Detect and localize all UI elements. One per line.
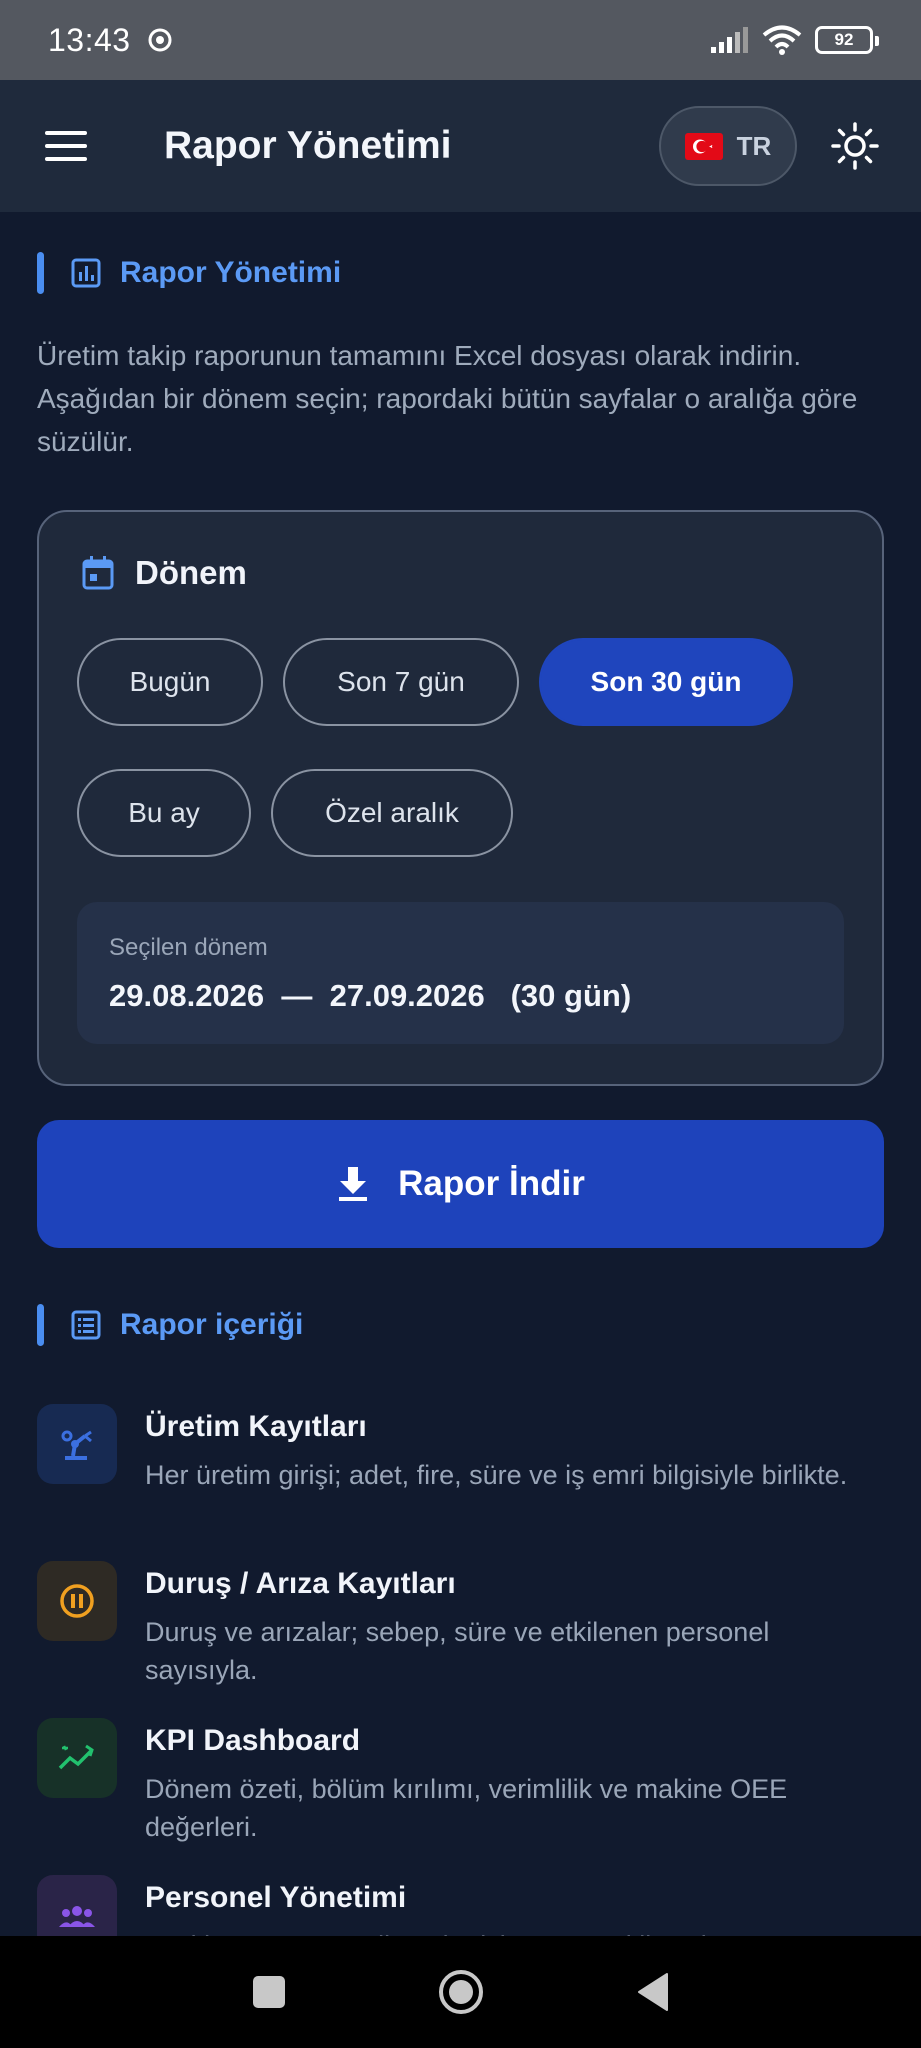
group-icon xyxy=(59,1906,95,1927)
battery-indicator: 92 xyxy=(815,26,879,54)
period-card-header: Dönem xyxy=(81,554,247,592)
item-description: Her üretim girişi; adet, fire, süre ve i… xyxy=(145,1460,848,1490)
chip-this-month[interactable]: Bu ay xyxy=(77,769,251,857)
chip-label: Bugün xyxy=(129,666,211,697)
item-description: Duruş ve arızalar; sebep, süre ve etkile… xyxy=(145,1617,770,1685)
chip-label: Son 7 gün xyxy=(337,666,465,697)
report-section-title: Rapor Yönetimi xyxy=(120,256,342,289)
item-title: KPI Dashboard xyxy=(145,1724,361,1757)
period-card-title: Dönem xyxy=(135,554,247,591)
calendar-icon xyxy=(82,556,114,590)
period-card: Dönem Bugün Son 7 gün Son 30 gün Bu ay Ö… xyxy=(37,510,884,1086)
heading-accent-bar xyxy=(37,1304,44,1346)
sun-icon xyxy=(831,122,879,170)
app-bar: Rapor Yönetimi TR xyxy=(0,80,921,212)
item-description: Yeni kayıt ve güncellemeler için persone… xyxy=(145,1927,885,1936)
status-bar: 13:43 92 xyxy=(0,0,921,80)
selected-period-value: 29.08.2026 — 27.09.2026 (30 gün) xyxy=(109,978,632,1013)
wifi-icon xyxy=(762,25,802,55)
content-item-downtime: Duruş / Arıza Kayıtları Duruş ve arızala… xyxy=(37,1561,887,1701)
chip-label: Özel aralık xyxy=(325,797,459,828)
item-description: Dönem özeti, bölüm kırılımı, verimlilik … xyxy=(145,1774,788,1842)
download-report-button[interactable]: Rapor İndir xyxy=(37,1120,884,1248)
chip-last-30-days[interactable]: Son 30 gün xyxy=(539,638,793,726)
language-selector[interactable]: TR xyxy=(659,106,797,186)
trending-up-icon xyxy=(58,1744,94,1770)
report-intro-text: Üretim takip raporunun tamamını Excel do… xyxy=(37,340,858,457)
turkey-flag-icon xyxy=(684,132,723,160)
chip-label: Son 30 gün xyxy=(590,666,742,697)
signal-icon xyxy=(711,27,748,53)
download-button-label: Rapor İndir xyxy=(398,1164,585,1203)
content-item-kpi: KPI Dashboard Dönem özeti, bölüm kırılım… xyxy=(37,1718,887,1858)
theme-toggle-button[interactable] xyxy=(827,118,883,174)
chip-label: Bu ay xyxy=(128,797,200,828)
system-nav-bar xyxy=(0,1936,921,2048)
menu-button[interactable] xyxy=(38,118,94,174)
contents-section-heading: Rapor içeriği xyxy=(37,1304,303,1346)
recent-apps-icon[interactable] xyxy=(251,1974,287,2010)
item-title: Duruş / Arıza Kayıtları xyxy=(145,1567,456,1600)
selected-period-caption: Seçilen dönem xyxy=(109,934,268,961)
chip-today[interactable]: Bugün xyxy=(77,638,263,726)
robot-arm-icon xyxy=(61,1430,92,1460)
battery-level: 92 xyxy=(834,30,854,49)
home-icon[interactable] xyxy=(437,1968,485,2016)
item-title: Üretim Kayıtları xyxy=(145,1410,367,1443)
item-icon-box xyxy=(37,1561,117,1641)
report-section-heading: Rapor Yönetimi xyxy=(37,252,341,294)
heading-accent-bar xyxy=(37,252,44,294)
chip-last-7-days[interactable]: Son 7 gün xyxy=(283,638,519,726)
content-item-personnel: Personel Yönetimi Yeni kayıt ve güncelle… xyxy=(37,1875,887,1936)
status-time: 13:43 xyxy=(48,21,131,58)
chip-custom-range[interactable]: Özel aralık xyxy=(271,769,513,857)
notification-icon xyxy=(148,28,172,52)
bar-chart-icon xyxy=(71,258,101,288)
pause-circle-icon xyxy=(60,1584,94,1618)
list-icon xyxy=(71,1310,101,1340)
item-icon-box xyxy=(37,1718,117,1798)
language-code: TR xyxy=(736,130,772,161)
selected-period-box: Seçilen dönem 29.08.2026 — 27.09.2026 (3… xyxy=(77,902,844,1044)
main-content[interactable]: Rapor Yönetimi Üretim takip raporunun ta… xyxy=(0,212,921,1936)
item-icon-box xyxy=(37,1404,117,1484)
download-icon xyxy=(339,1167,368,1201)
back-icon[interactable] xyxy=(635,1972,671,2012)
contents-section-title: Rapor içeriği xyxy=(120,1308,304,1341)
hamburger-icon xyxy=(45,131,87,161)
item-title: Personel Yönetimi xyxy=(145,1881,407,1914)
content-item-production: Üretim Kayıtları Her üretim girişi; adet… xyxy=(37,1404,887,1544)
page-title: Rapor Yönetimi xyxy=(164,124,452,167)
item-icon-box xyxy=(37,1875,117,1936)
